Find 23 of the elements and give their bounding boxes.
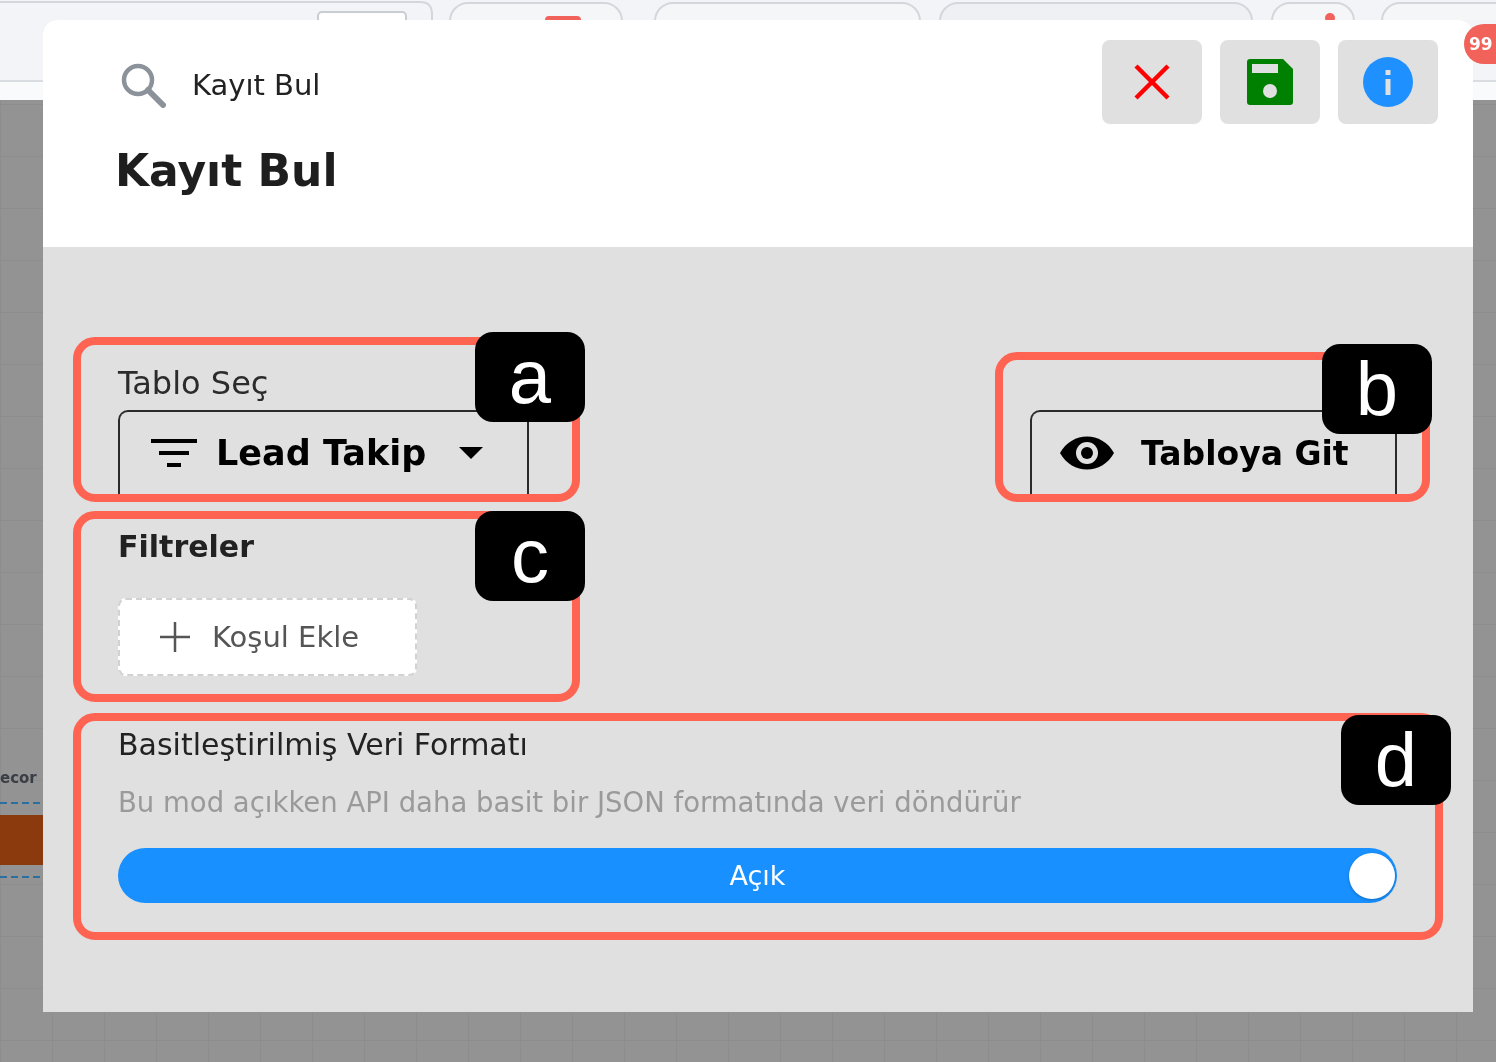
header-label: Kayıt Bul — [192, 67, 321, 103]
field-label: Tablo Seç — [118, 364, 269, 402]
callout-label: d — [1341, 715, 1451, 805]
switch-knob — [1349, 852, 1395, 899]
canvas-node-label: ecor — [0, 768, 37, 788]
close-button[interactable] — [1102, 40, 1202, 124]
setting-description: Bu mod açıkken API daha basit bir JSON formatında veri döndürür — [118, 785, 1021, 819]
filter-lines-icon — [151, 439, 197, 467]
info-icon — [1363, 57, 1413, 107]
setting-title: Basitleştirilmiş Veri Formatı — [118, 727, 528, 763]
plus-icon — [160, 622, 190, 652]
section-title: Filtreler — [118, 529, 254, 565]
callout-label: b — [1322, 344, 1432, 434]
caret-icon — [459, 447, 483, 459]
search-icon — [120, 62, 166, 108]
dialog-title: Kayıt Bul — [115, 144, 338, 198]
eye-icon — [1060, 436, 1114, 470]
callout-label: c — [475, 511, 585, 601]
save-button[interactable] — [1220, 40, 1320, 124]
callout-label: a — [475, 332, 585, 422]
close-icon — [1134, 64, 1170, 100]
info-button[interactable] — [1338, 40, 1438, 124]
add-condition-button[interactable]: Koşul Ekle — [118, 598, 417, 676]
